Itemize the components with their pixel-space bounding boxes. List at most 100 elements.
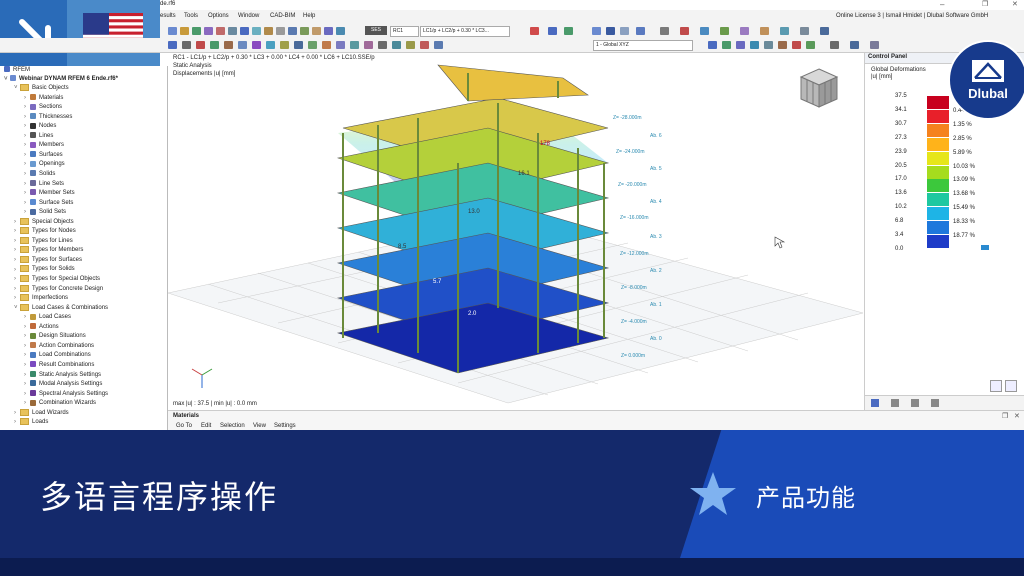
tree-item[interactable]: › Solids	[24, 170, 55, 179]
error-icon[interactable]	[530, 27, 539, 35]
snap-icon[interactable]	[308, 41, 317, 49]
restore-icon[interactable]: ❐	[982, 0, 988, 8]
support-reactions-icon[interactable]	[216, 27, 225, 35]
dimension-icon[interactable]	[280, 41, 289, 49]
annotation-icon[interactable]	[406, 41, 415, 49]
report-icon[interactable]	[760, 27, 769, 35]
guide-icon[interactable]	[294, 41, 303, 49]
tree-project[interactable]: ˅ Webinar DYNAM RFEM 6 Ende.rf6*	[4, 75, 118, 84]
stress-icon[interactable]	[204, 27, 213, 35]
tree-item[interactable]: › Thicknesses	[24, 113, 72, 122]
view-cube-icon[interactable]	[592, 27, 601, 35]
tree-item[interactable]: › Nodes	[24, 122, 56, 131]
scale-tool-icon[interactable]	[252, 41, 261, 49]
select-icon[interactable]	[168, 41, 177, 49]
tree-folder[interactable]: › Types for Lines	[14, 236, 73, 246]
filter-icon[interactable]	[312, 27, 321, 35]
tree-item[interactable]: › Static Analysis Settings	[24, 370, 101, 380]
tab-filter-icon[interactable]	[931, 399, 939, 407]
tree-item[interactable]: › Combination Wizards	[24, 399, 96, 408]
tree-folder[interactable]: › Special Objects	[14, 217, 74, 227]
model-viewport[interactable]: RC1 - LC1/p + LC2/p + 0.30 * LC3 + 0.00 …	[168, 53, 863, 410]
close-icon[interactable]: ✕	[1012, 0, 1018, 8]
minimize-icon[interactable]: –	[940, 0, 944, 9]
background-icon[interactable]	[870, 41, 879, 49]
tree-folder[interactable]: › Types for Nodes	[14, 227, 76, 236]
perspective-icon[interactable]	[660, 27, 669, 35]
tree-folder[interactable]: › Types for Concrete Design	[14, 284, 103, 294]
undo-icon[interactable]	[548, 27, 557, 35]
values-icon[interactable]	[264, 27, 273, 35]
panel-option-icon[interactable]	[990, 380, 1002, 392]
tree-item[interactable]: › Result Combinations	[24, 361, 94, 370]
warning-icon[interactable]	[420, 41, 429, 49]
tab-display-icon[interactable]	[891, 399, 899, 407]
render-icon[interactable]	[620, 27, 629, 35]
delete-icon[interactable]	[196, 41, 205, 49]
wizard-icon[interactable]	[364, 41, 373, 49]
tree-item[interactable]: › Surfaces	[24, 151, 63, 160]
tree-item[interactable]: › Solid Sets	[24, 208, 66, 217]
tree-item[interactable]: › Surface Sets	[24, 199, 73, 208]
table-icon[interactable]	[780, 27, 789, 35]
move-icon[interactable]	[182, 41, 191, 49]
panel-settings-icon[interactable]	[1005, 380, 1017, 392]
panel-close-icon[interactable]: ✕	[1014, 412, 1020, 420]
materials-menu-view[interactable]: View	[253, 423, 266, 429]
hide-icon[interactable]	[792, 41, 801, 49]
tree-item[interactable]: › Sections	[24, 103, 62, 112]
materials-menu-selection[interactable]: Selection	[220, 423, 245, 429]
show-all-icon[interactable]	[806, 41, 815, 49]
rotate-icon[interactable]	[224, 41, 233, 49]
tree-folder[interactable]: › Types for Special Objects	[14, 275, 100, 284]
mirror-icon[interactable]	[238, 41, 247, 49]
tree-item[interactable]: › Load Combinations	[24, 351, 91, 360]
section-icon[interactable]	[300, 27, 309, 35]
tree-folder[interactable]: › Types for Solids	[14, 265, 75, 274]
zoom-all-icon[interactable]	[764, 41, 773, 49]
menu-options[interactable]: Options	[208, 13, 229, 19]
tree-item[interactable]: › Design Situations	[24, 332, 86, 341]
tree-root[interactable]: RFEM	[4, 66, 30, 75]
tree-folder[interactable]: › Loads	[14, 418, 48, 427]
tree-item[interactable]: › Action Combinations	[24, 342, 94, 351]
menu-help[interactable]: Help	[303, 13, 315, 19]
grid-icon[interactable]	[720, 27, 729, 35]
transparency-icon[interactable]	[830, 41, 839, 49]
zoom-window-icon[interactable]	[778, 41, 787, 49]
materials-menu-goto[interactable]: Go To	[176, 423, 192, 429]
menu-cad-bim[interactable]: CAD-BIM	[270, 13, 295, 19]
view-z-icon[interactable]	[736, 41, 745, 49]
measure-icon[interactable]	[266, 41, 275, 49]
workplane-icon[interactable]	[322, 41, 331, 49]
coordinate-system-combo[interactable]: 1 - Global XYZ	[593, 40, 693, 51]
smooth-icon[interactable]	[324, 27, 333, 35]
tree-folder[interactable]: ˅ Load Cases & Combinations	[14, 303, 108, 313]
tree-item[interactable]: › Materials	[24, 93, 63, 103]
redo-icon[interactable]	[564, 27, 573, 35]
help-icon[interactable]	[820, 27, 829, 35]
display-icon[interactable]	[606, 27, 615, 35]
materials-menu-edit[interactable]: Edit	[201, 423, 211, 429]
tree-folder[interactable]: › Types for Members	[14, 246, 83, 255]
panel-undock-icon[interactable]: ❐	[1002, 412, 1008, 420]
tab-legend-icon[interactable]	[871, 399, 879, 407]
tree-folder[interactable]: ˅ Basic Objects	[14, 84, 69, 93]
tree-item[interactable]: › Lines	[24, 132, 53, 141]
iso-view-icon[interactable]	[750, 41, 759, 49]
tree-item[interactable]: › Members	[24, 141, 64, 150]
tree-item[interactable]: › Member Sets	[24, 189, 75, 198]
block-icon[interactable]	[350, 41, 359, 49]
tree-item[interactable]: › Actions	[24, 323, 59, 332]
settings-icon[interactable]	[800, 27, 809, 35]
wireframe-icon[interactable]	[636, 27, 645, 35]
menu-tools[interactable]: Tools	[184, 13, 198, 19]
combination-formula[interactable]: LC1/p + LC2/p + 0.30 * LC3...	[420, 26, 510, 37]
tree-folder[interactable]: › Imperfections	[14, 294, 68, 303]
tab-sections-icon[interactable]	[911, 399, 919, 407]
scale-icon[interactable]	[276, 27, 285, 35]
tree-folder[interactable]: › Load Wizards	[14, 408, 69, 418]
tree-item[interactable]: › Load Cases	[24, 313, 71, 322]
tree-item[interactable]: › Openings	[24, 160, 65, 169]
lighting-icon[interactable]	[850, 41, 859, 49]
